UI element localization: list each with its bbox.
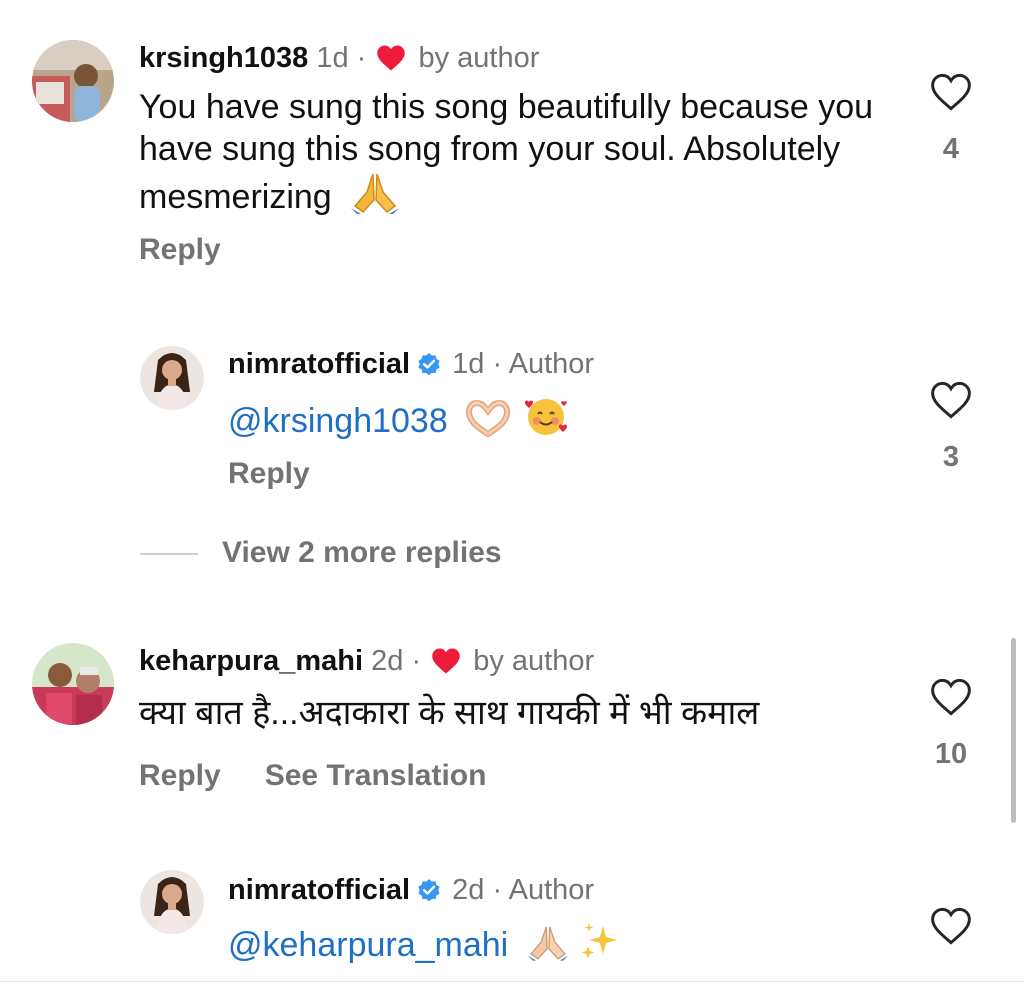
separator: · <box>492 874 503 906</box>
comment-header: nimratofficial 2d · Author <box>228 872 594 908</box>
comment-text: You have sung this song beautifully beca… <box>139 86 899 224</box>
verified-badge-icon <box>418 353 440 376</box>
user-avatar-icon <box>32 643 114 725</box>
separator: · <box>356 42 367 74</box>
heart-outline-icon[interactable] <box>930 380 972 420</box>
divider <box>0 981 1024 982</box>
timestamp: 2d <box>371 645 404 677</box>
smiling-face-with-hearts-icon <box>523 394 569 448</box>
avatar[interactable] <box>140 346 204 410</box>
avatar[interactable] <box>32 643 114 725</box>
like-count: 3 <box>942 441 960 473</box>
comment-actions: Reply See Translation <box>139 758 486 794</box>
author-label: Author <box>508 874 595 906</box>
mention-link[interactable]: @krsingh1038 <box>228 402 448 440</box>
comment-header: nimratofficial 1d · Author <box>228 346 594 382</box>
author-label: Author <box>508 348 595 380</box>
liked-by-author-label: by author <box>473 645 595 677</box>
see-translation-button[interactable]: See Translation <box>265 759 487 792</box>
like-count: 4 <box>942 133 960 165</box>
heart-outline-icon[interactable] <box>930 72 972 112</box>
username[interactable]: nimratofficial <box>228 348 410 380</box>
comment-text: @keharpura_mahi <box>228 920 621 972</box>
heart-outline-icon[interactable] <box>930 906 972 946</box>
comment-text: @krsingh1038 <box>228 394 569 448</box>
user-avatar-icon <box>140 346 204 410</box>
username[interactable]: keharpura_mahi <box>139 645 363 677</box>
heart-outline-icon[interactable] <box>930 677 972 717</box>
comment-actions: Reply <box>228 456 310 492</box>
comment-header: keharpura_mahi 2d · by author <box>139 643 594 679</box>
sparkles-icon <box>579 920 621 972</box>
separator: · <box>492 348 503 380</box>
mention-link[interactable]: @keharpura_mahi <box>228 926 508 964</box>
verified-badge-icon <box>418 879 440 902</box>
user-avatar-icon <box>140 870 204 934</box>
username[interactable]: krsingh1038 <box>139 42 308 74</box>
user-avatar-icon <box>32 40 114 122</box>
view-more-replies[interactable]: View 2 more replies <box>140 536 502 570</box>
timestamp: 1d <box>452 348 485 380</box>
avatar[interactable] <box>140 870 204 934</box>
comment-header: krsingh1038 1d · by author <box>139 40 539 76</box>
heart-hands-icon <box>465 398 511 448</box>
reply-button[interactable]: Reply <box>139 233 221 266</box>
like-control: 10 <box>921 677 981 771</box>
avatar[interactable] <box>32 40 114 122</box>
liked-heart-icon <box>377 45 406 71</box>
timestamp: 2d <box>452 874 485 906</box>
divider-line <box>140 553 198 555</box>
folded-hands-icon <box>526 922 570 972</box>
liked-heart-icon <box>432 648 460 674</box>
reply-button[interactable]: Reply <box>139 759 221 792</box>
username[interactable]: nimratofficial <box>228 874 410 906</box>
comment-text-content: क्या बात है...अदाकारा के साथ गायकी में भ… <box>139 694 760 732</box>
comment-actions: Reply <box>139 232 221 268</box>
like-control: 3 <box>921 380 981 474</box>
comment-text-content: You have sung this song beautifully beca… <box>139 88 874 216</box>
like-control <box>921 906 981 946</box>
reply-button[interactable]: Reply <box>228 457 310 490</box>
view-more-replies-label[interactable]: View 2 more replies <box>222 536 502 569</box>
like-count: 10 <box>934 738 968 770</box>
timestamp: 1d <box>316 42 349 74</box>
like-control: 4 <box>921 72 981 166</box>
separator: · <box>411 645 422 677</box>
liked-by-author-label: by author <box>418 42 540 74</box>
comment-text: क्या बात है...अदाकारा के साथ गायकी में भ… <box>139 692 899 734</box>
scrollbar[interactable] <box>1011 638 1016 823</box>
folded-hands-icon <box>349 170 401 224</box>
comments-page: krsingh1038 1d · by author You have sung… <box>0 0 1024 996</box>
